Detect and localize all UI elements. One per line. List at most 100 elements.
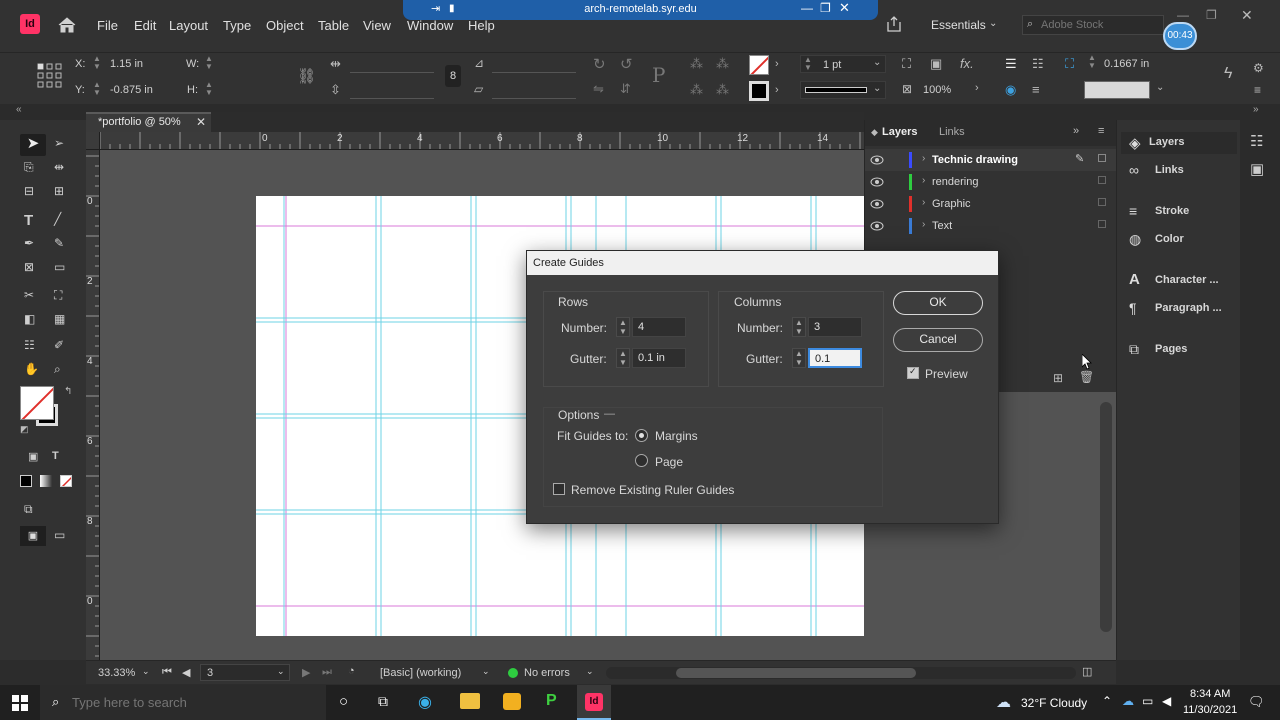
previous-page-icon[interactable]: ◀ [182, 666, 190, 679]
path-type-icon[interactable]: P [652, 63, 665, 87]
fit-margins-radio[interactable] [635, 429, 648, 442]
fitting-frame-icon[interactable]: ⛶ [902, 56, 911, 72]
constrain-scale-icon[interactable]: 8 [445, 65, 461, 87]
menu-file[interactable]: File [97, 18, 118, 33]
columns-gutter-input[interactable]: 0.1 [808, 348, 862, 368]
window-close-icon[interactable]: ✕ [1241, 7, 1253, 24]
offset-stepper-icon[interactable]: ▲ ▼ [1087, 54, 1097, 72]
eye-icon[interactable] [870, 219, 884, 233]
restore-remote-icon[interactable]: ❐ [820, 1, 831, 15]
zoom-chevron-icon[interactable]: ⌄ [142, 666, 150, 677]
apply-none-icon[interactable] [60, 475, 72, 487]
apply-gradient-icon[interactable] [40, 475, 52, 487]
text-wrap-icon[interactable]: ◉ [1005, 82, 1016, 98]
rotate-field[interactable] [492, 57, 576, 73]
x-value[interactable]: 1.15 in [110, 58, 143, 70]
stroke-weight-field[interactable]: ▲ ▼ 1 pt ⌄ [800, 55, 886, 73]
style-chevron-icon[interactable]: ⌄ [1156, 82, 1164, 93]
last-page-icon[interactable]: ⏭ [322, 666, 332, 679]
weather-text[interactable]: 32°F Cloudy [1021, 696, 1087, 710]
dock-color[interactable]: ◍ Color [1127, 229, 1237, 251]
horizontal-scrollbar[interactable] [606, 667, 1076, 679]
align-center-icon[interactable]: ☷ [1032, 56, 1044, 72]
preflight-profile[interactable]: [Basic] (working) [380, 667, 461, 679]
stock-search-input[interactable] [1041, 17, 1159, 33]
selection-tool-icon[interactable]: ➤ [20, 134, 46, 156]
trash-icon[interactable]: 🗑 [1079, 370, 1094, 384]
gap-tool-icon[interactable]: ⇹ [54, 160, 70, 176]
eye-icon[interactable] [870, 197, 884, 211]
workspace-switcher[interactable]: Essentials [931, 18, 986, 32]
content-collector-icon[interactable]: ⊟ [24, 184, 40, 200]
panel-scrollbar[interactable] [1100, 402, 1112, 632]
collapse-panel-icon[interactable]: ◆ [871, 127, 878, 138]
select-content-icon[interactable]: ⁂ [690, 82, 703, 98]
store-icon[interactable] [503, 693, 521, 710]
stroke-type-select[interactable]: ⌄ [800, 81, 886, 99]
layer-select-square[interactable] [1098, 154, 1106, 162]
columns-gutter-stepper-icon[interactable]: ▲ ▼ [792, 348, 806, 368]
rows-number-input[interactable]: 4 [632, 317, 686, 337]
taskbar-search-box[interactable]: ⌕ [40, 685, 326, 720]
close-remote-icon[interactable]: ✕ [839, 0, 850, 16]
open-page-icon[interactable]: ◔ [348, 665, 355, 677]
control-menu-icon[interactable]: ⚙ [1253, 61, 1264, 75]
task-view-icon[interactable]: ⧉ [378, 693, 388, 710]
rotate-cw-icon[interactable]: ↻ [593, 55, 606, 73]
menu-edit[interactable]: Edit [134, 18, 156, 33]
stock-search-field[interactable]: ⌕ [1022, 15, 1164, 35]
layer-select-square[interactable] [1098, 198, 1106, 206]
rectangle-tool-icon[interactable]: ▭ [54, 260, 70, 276]
pencil-tool-icon[interactable]: ✎ [54, 236, 70, 252]
rows-gutter-stepper-icon[interactable]: ▲ ▼ [616, 348, 630, 368]
tab-links[interactable]: Links [939, 126, 965, 138]
direct-selection-tool-icon[interactable]: ➢ [54, 136, 70, 152]
expand-chevron-icon[interactable]: › [922, 153, 925, 164]
collapse-options-icon[interactable]: — [604, 408, 615, 420]
dock-paragraph[interactable]: ¶ Paragraph ... [1127, 298, 1237, 320]
opacity-value[interactable]: 100% [923, 84, 951, 96]
line-tool-icon[interactable]: ╱ [54, 212, 70, 228]
shear-icon[interactable]: ▱ [474, 82, 483, 96]
expand-chevron-icon[interactable]: › [922, 197, 925, 208]
windows-start-icon[interactable] [12, 695, 28, 711]
formatting-text-icon[interactable]: T [52, 450, 68, 466]
hamburger-menu-icon[interactable]: ≡ [1254, 83, 1261, 97]
menu-layout[interactable]: Layout [169, 18, 208, 33]
new-layer-icon[interactable]: ⊞ [1053, 371, 1063, 385]
eyedropper-tool-icon[interactable]: ✐ [54, 338, 70, 354]
fill-proxy-swatch[interactable] [20, 386, 54, 420]
dock-character[interactable]: A Character ... [1127, 270, 1237, 292]
edge-icon[interactable]: ◉ [418, 692, 432, 712]
menu-type[interactable]: Type [223, 18, 251, 33]
formatting-container-icon[interactable]: ▣ [28, 450, 44, 466]
frame-offset-icon[interactable]: ⛶ [1065, 56, 1074, 72]
menu-table[interactable]: Table [318, 18, 349, 33]
pin-icon[interactable]: ⇥ [431, 2, 440, 15]
document-tab[interactable]: *portfolio @ 50% ✕ [86, 112, 211, 132]
content-placer-icon[interactable]: ⊞ [54, 184, 70, 200]
page-tool-icon[interactable]: ⎘ [24, 160, 40, 176]
ruler-origin[interactable] [86, 132, 100, 150]
indesign-taskbar-icon[interactable]: Id [577, 685, 611, 720]
zoom-tool-icon[interactable]: ⌕ [54, 362, 70, 378]
menu-object[interactable]: Object [266, 18, 304, 33]
split-view-icon[interactable]: ◫ [1082, 665, 1092, 678]
cancel-button[interactable]: Cancel [893, 328, 983, 352]
file-explorer-icon[interactable] [460, 693, 480, 709]
stroke-swatch[interactable] [749, 81, 769, 101]
view-mode-icon[interactable]: ⧉ [24, 502, 40, 518]
dock-links[interactable]: ∞ Links [1127, 160, 1237, 182]
opacity-chevron-icon[interactable]: › [975, 82, 979, 94]
y-value[interactable]: -0.875 in [110, 84, 153, 96]
network-icon[interactable]: ▭ [1142, 694, 1153, 708]
vertical-ruler[interactable]: 0 2 4 6 8 0 [86, 150, 100, 660]
rotate-ccw-icon[interactable]: ↺ [620, 55, 633, 73]
taskbar-search-input[interactable] [72, 693, 312, 711]
cc-libraries-icon[interactable]: ▣ [1250, 160, 1264, 178]
project-app-icon[interactable]: P [546, 692, 557, 710]
stroke-menu-chevron-icon[interactable]: › [775, 84, 779, 96]
remove-guides-checkbox[interactable] [553, 483, 565, 495]
horizontal-ruler[interactable]: 0 2 4 6 8 10 12 14 [86, 132, 864, 150]
fitting-content-icon[interactable]: ▣ [930, 56, 942, 72]
